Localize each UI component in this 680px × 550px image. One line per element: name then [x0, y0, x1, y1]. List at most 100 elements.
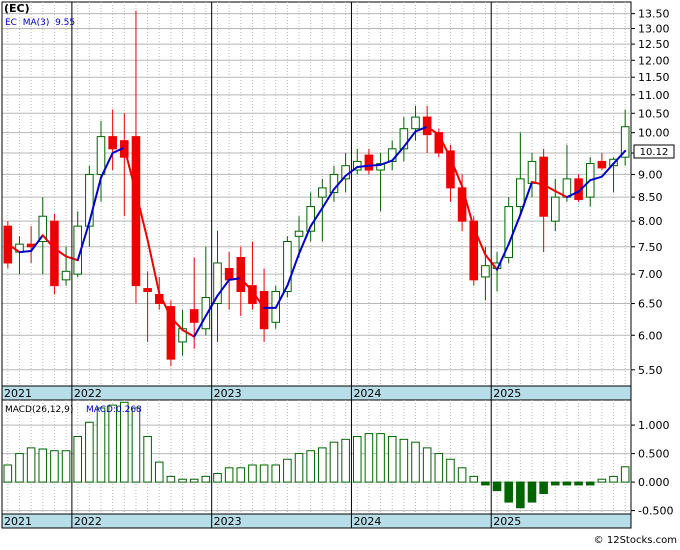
macd-bar: [329, 441, 339, 483]
candle-body: [61, 270, 71, 281]
macd-bar: [387, 435, 397, 483]
macd-tick-label: 0.000: [638, 476, 670, 489]
price-tick-label: 12.50: [638, 38, 670, 51]
price-tick-label: 11.00: [638, 89, 670, 102]
candle-body: [364, 154, 374, 171]
macd-bar: [131, 407, 141, 483]
price-tick-label: 11.50: [638, 71, 670, 84]
year-label: 2022: [74, 387, 102, 400]
macd-bar: [96, 407, 106, 483]
macd-bar: [213, 473, 222, 483]
macd-bar: [143, 435, 152, 483]
candle-body: [562, 178, 572, 198]
macd-tick-label: 0.500: [638, 448, 670, 461]
macd-bar: [457, 467, 467, 483]
candle-body: [481, 265, 490, 278]
candle-body: [259, 291, 269, 330]
macd-bar: [597, 478, 607, 483]
candle-body: [143, 288, 152, 293]
macd-bar: [574, 481, 583, 486]
macd-bar: [166, 475, 176, 483]
macd-bar: [527, 481, 537, 503]
macd-bar: [189, 478, 199, 483]
candle-body: [516, 178, 525, 208]
macd-bar: [38, 448, 48, 483]
macd-bar: [306, 450, 315, 483]
macd-bar: [364, 433, 374, 483]
last-price-tag: 10.12: [633, 144, 675, 159]
candle: [504, 197, 513, 263]
year-label: 2022: [74, 515, 102, 528]
macd-bar: [516, 481, 525, 509]
macd-value-label: MACD:0.268: [86, 405, 142, 415]
year-label: 2021: [4, 387, 32, 400]
watermark: © 12Stocks.com: [594, 535, 677, 546]
macd-bar: [539, 481, 548, 494]
macd-bar: [562, 481, 572, 486]
macd-panel: [1, 399, 632, 515]
price-tick-label: 5.50: [638, 364, 663, 377]
candle-body: [166, 306, 176, 360]
macd-bar: [259, 464, 269, 483]
macd-bar: [504, 481, 513, 503]
candle: [50, 213, 59, 295]
macd-bar: [318, 447, 327, 483]
macd-bar: [283, 458, 292, 483]
ma-legend: EC MA(3) 9.55: [5, 18, 75, 28]
price-tick-label: 13.50: [638, 8, 670, 21]
macd-bar: [469, 475, 479, 483]
price-tick-label: 12.00: [638, 54, 670, 67]
macd-bar: [411, 441, 420, 483]
macd-bar: [492, 481, 502, 492]
candle: [283, 236, 292, 298]
price-tick-label: 13.00: [638, 23, 670, 36]
price-tick-label: 7.00: [638, 268, 663, 281]
year-label: 2021: [4, 515, 32, 528]
macd-bar: [50, 450, 59, 483]
macd-bar: [201, 475, 211, 483]
candle-body: [50, 220, 59, 287]
macd-bar: [341, 438, 350, 483]
candle-body: [96, 136, 106, 175]
macd-bar: [294, 453, 304, 483]
macd-bar: [26, 447, 36, 483]
macd-bar: [178, 478, 187, 483]
macd-bar: [3, 464, 13, 483]
price-tick-label: 6.50: [638, 298, 663, 311]
price-tick-label: 6.00: [638, 329, 663, 342]
stock-chart: 5.506.006.507.007.508.008.509.009.5010.0…: [0, 0, 680, 546]
candle-body: [411, 116, 420, 130]
macd-bar: [236, 467, 246, 483]
macd-bar: [224, 467, 234, 483]
macd-bar: [620, 466, 630, 483]
year-label: 2025: [493, 515, 521, 528]
year-label: 2023: [214, 387, 242, 400]
macd-bar: [422, 447, 432, 483]
price-tick-label: 7.50: [638, 241, 663, 254]
macd-bar: [376, 433, 385, 483]
ma3-segment: [18, 250, 33, 254]
candle-body: [527, 160, 537, 184]
price-tick-label: 10.00: [638, 127, 670, 140]
candle-body: [318, 187, 327, 198]
macd-tick-label: 1.000: [638, 419, 670, 432]
macd-bar: [61, 450, 71, 483]
macd-bar: [15, 453, 24, 483]
macd-bar: [73, 435, 82, 483]
macd-bar: [434, 453, 444, 483]
year-label: 2023: [214, 515, 242, 528]
candle-body: [551, 196, 560, 222]
last-price-value: 10.12: [640, 147, 669, 158]
candle-body: [108, 136, 117, 150]
price-tick-label: 9.00: [638, 168, 663, 181]
year-label: 2025: [493, 387, 521, 400]
candle-body: [294, 230, 304, 237]
candle-body: [131, 136, 141, 287]
candle-body: [597, 160, 607, 169]
year-label: 2024: [353, 387, 381, 400]
macd-bar: [248, 464, 257, 483]
chart-canvas: 5.506.006.507.007.508.008.509.009.5010.0…: [1, 1, 677, 546]
candle-body: [189, 309, 199, 323]
macd-bar: [352, 435, 362, 483]
macd-bar: [85, 421, 94, 483]
